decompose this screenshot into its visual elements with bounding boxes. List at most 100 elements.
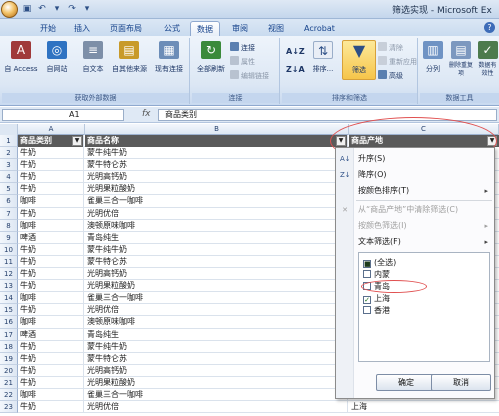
customize-qat-icon[interactable]: ▾ xyxy=(81,3,93,15)
row-header[interactable]: 20 xyxy=(0,364,18,377)
remove-duplicates-button[interactable]: ▤ 删除重复项 xyxy=(446,40,476,80)
cell-b[interactable]: 光明优倍 xyxy=(85,304,348,317)
save-icon[interactable]: ▣ xyxy=(21,3,33,15)
row-header[interactable]: 8 xyxy=(0,219,18,232)
row-header[interactable]: 12 xyxy=(0,268,18,281)
row-header[interactable]: 18 xyxy=(0,340,18,353)
cell-a[interactable]: 牛奶 xyxy=(18,255,84,268)
cell-a[interactable]: 咖啡 xyxy=(18,292,84,305)
text-to-columns-button[interactable]: ▥ 分列 xyxy=(420,40,446,80)
cell-b[interactable]: 澳顿原味咖啡 xyxy=(85,316,348,329)
sort-button[interactable]: ⇅ 排序... xyxy=(306,40,340,80)
cell-b[interactable]: 雀巢三合一咖啡 xyxy=(85,388,348,401)
tab-view[interactable]: 视图 xyxy=(262,21,290,36)
tab-formulas[interactable]: 公式 xyxy=(158,21,186,36)
cell-a[interactable]: 牛奶 xyxy=(18,352,84,365)
cell-a[interactable]: 牛奶 xyxy=(18,340,84,353)
row-header[interactable]: 7 xyxy=(0,207,18,220)
office-button[interactable] xyxy=(1,1,18,18)
column-header-a[interactable]: A xyxy=(18,124,85,135)
row-header[interactable]: 1 xyxy=(0,135,18,148)
cell-a[interactable]: 牛奶 xyxy=(18,159,84,172)
filter-option-hongkong[interactable]: 香港 xyxy=(363,305,390,316)
row-header[interactable]: 14 xyxy=(0,292,18,305)
cell-a[interactable]: 牛奶 xyxy=(18,268,84,281)
row-header[interactable]: 9 xyxy=(0,231,18,244)
tab-page-layout[interactable]: 页面布局 xyxy=(104,21,148,36)
sort-by-color-item[interactable]: 按颜色排序(T) ▸ xyxy=(336,184,494,198)
row-header[interactable]: 10 xyxy=(0,243,18,256)
select-all-corner[interactable] xyxy=(0,124,18,135)
filter-dropdown-a-icon[interactable]: ▼ xyxy=(72,136,82,146)
edit-links-button[interactable]: 编辑链接 xyxy=(230,70,269,82)
cell-a[interactable]: 啤酒 xyxy=(18,328,84,341)
row-header[interactable]: 17 xyxy=(0,328,18,341)
ok-button[interactable]: 确定 xyxy=(376,374,436,391)
row-header[interactable]: 23 xyxy=(0,401,18,414)
cell-b[interactable]: 蒙牛特仑苏 xyxy=(85,352,348,365)
existing-connections-button[interactable]: ▦ 现有连接 xyxy=(152,40,186,80)
cell-b[interactable]: 光明高钙奶 xyxy=(85,268,348,281)
redo-icon[interactable]: ↷ xyxy=(66,3,78,15)
cell-a[interactable]: 牛奶 xyxy=(18,401,84,414)
cell-a[interactable]: 咖啡 xyxy=(18,219,84,232)
cell-b[interactable]: 光明果粒酸奶 xyxy=(85,376,348,389)
cell-b[interactable]: 蒙牛纯牛奶 xyxy=(85,243,348,256)
row-header[interactable]: 11 xyxy=(0,255,18,269)
cell-b[interactable]: 雀巢三合一咖啡 xyxy=(85,292,348,305)
row-header[interactable]: 21 xyxy=(0,376,18,389)
cell-b[interactable]: 商品名称 xyxy=(85,135,348,147)
cell-b[interactable]: 蒙牛特仑苏 xyxy=(85,159,348,172)
cell-a[interactable]: 牛奶 xyxy=(18,304,84,317)
sort-ascending-item[interactable]: A↓ 升序(S) xyxy=(336,152,494,166)
advanced-button[interactable]: 高级 xyxy=(378,70,403,82)
cell-a[interactable]: 啤酒 xyxy=(18,231,84,244)
cell-a[interactable]: 牛奶 xyxy=(18,171,84,184)
name-box[interactable]: A1 xyxy=(2,109,124,121)
cell-b[interactable]: 光明优倍 xyxy=(85,401,348,414)
row-header[interactable]: 2 xyxy=(0,147,18,160)
row-header[interactable]: 16 xyxy=(0,316,18,329)
sort-z-a-button[interactable]: Z↓A xyxy=(286,64,305,76)
refresh-all-button[interactable]: ↻ 全部刷新 xyxy=(194,40,228,80)
cell-a[interactable]: 牛奶 xyxy=(18,183,84,196)
cell-a[interactable]: 牛奶 xyxy=(18,243,84,256)
row-header[interactable]: 22 xyxy=(0,388,18,402)
cell-a[interactable]: 牛奶 xyxy=(18,147,84,160)
cell-c[interactable]: 上海 xyxy=(349,401,499,413)
cell-a[interactable]: 咖啡 xyxy=(18,316,84,329)
from-access-button[interactable]: A 自 Access xyxy=(4,40,38,80)
cell-a[interactable]: 咖啡 xyxy=(18,195,84,208)
tab-insert[interactable]: 插入 xyxy=(68,21,96,36)
cell-b[interactable]: 青岛纯生 xyxy=(85,328,348,341)
sort-a-z-button[interactable]: A↓Z xyxy=(286,46,305,58)
cancel-button[interactable]: 取消 xyxy=(431,374,491,391)
filter-option-shanghai[interactable]: ✓ 上海 xyxy=(363,293,390,304)
from-other-sources-button[interactable]: ▤ 自其他来源 xyxy=(112,40,147,80)
tab-review[interactable]: 审阅 xyxy=(226,21,254,36)
insert-function-icon[interactable]: fx xyxy=(142,109,151,119)
row-header[interactable]: 3 xyxy=(0,159,18,172)
from-text-button[interactable]: ≡ 自文本 xyxy=(76,40,110,80)
tab-home[interactable]: 开始 xyxy=(34,21,62,36)
row-header[interactable]: 19 xyxy=(0,352,18,365)
cell-a[interactable]: 牛奶 xyxy=(18,364,84,377)
cell-a[interactable]: 牛奶 xyxy=(18,207,84,220)
checkbox-icon[interactable] xyxy=(363,270,371,278)
checkbox-icon[interactable] xyxy=(363,306,371,314)
row-header[interactable]: 5 xyxy=(0,183,18,196)
cell-b[interactable]: 光明优倍 xyxy=(85,207,348,220)
clear-button[interactable]: 清除 xyxy=(378,42,403,54)
connections-button[interactable]: 连接 xyxy=(230,42,255,54)
properties-button[interactable]: 属性 xyxy=(230,56,255,68)
column-header-b[interactable]: B xyxy=(85,124,349,135)
filter-button[interactable]: ▼ 筛选 xyxy=(342,40,376,80)
row-header[interactable]: 15 xyxy=(0,304,18,317)
row-header[interactable]: 4 xyxy=(0,171,18,184)
cell-b[interactable]: 蒙牛纯牛奶 xyxy=(85,340,348,353)
cell-b[interactable]: 雀巢三合一咖啡 xyxy=(85,195,348,208)
cell-b[interactable]: 光明果粒酸奶 xyxy=(85,183,348,196)
filter-option-neimeng[interactable]: 内蒙 xyxy=(363,269,390,280)
cell-b[interactable]: 澳顿原味咖啡 xyxy=(85,219,348,232)
cell-a[interactable]: 咖啡 xyxy=(18,388,84,401)
